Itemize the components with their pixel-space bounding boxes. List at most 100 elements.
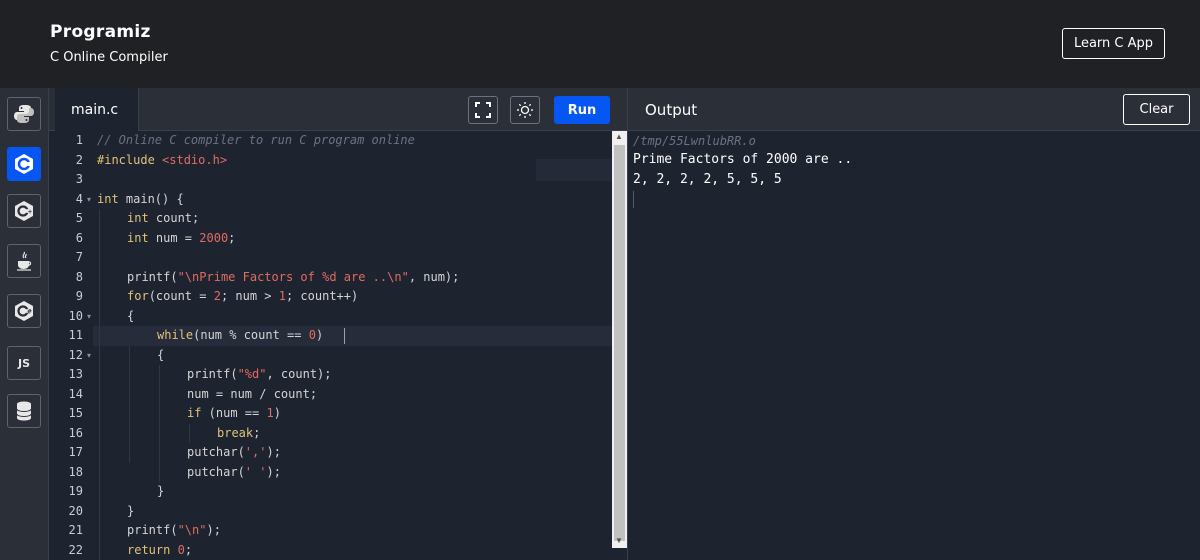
code-number: 2000 (199, 230, 229, 245)
code-comment: // Online C compiler to run C program on… (97, 133, 415, 147)
code-keyword: int (127, 211, 149, 225)
tab-main-c[interactable]: main.c (55, 88, 139, 131)
code-line: { (127, 308, 135, 323)
code-text: ; num > (220, 289, 279, 303)
line-number: 3 (75, 172, 83, 186)
output-cursor (633, 191, 634, 208)
programiz-logo[interactable]: Programiz (50, 22, 151, 42)
run-button[interactable]: Run (554, 96, 610, 124)
code-keyword: int (127, 230, 149, 245)
scroll-down-icon[interactable]: ▼ (615, 536, 623, 545)
line-number: 16 (68, 425, 83, 440)
code-escape: \n (184, 269, 200, 284)
code-string: ',' (244, 445, 267, 459)
code-text: putchar( (187, 464, 245, 479)
code-line: } (127, 503, 135, 518)
code-number: 0 (308, 328, 316, 342)
fullscreen-button[interactable] (468, 96, 498, 124)
line-number: 4 (75, 191, 83, 206)
code-text: , num); (408, 269, 460, 284)
code-string: "\n" (177, 523, 207, 537)
code-text: ); (266, 445, 281, 459)
code-keyword: break (217, 425, 254, 440)
line-number: 11 (68, 328, 83, 342)
code-line: if (num == 1) (187, 404, 281, 424)
line-number: 18 (68, 464, 83, 479)
code-line: int num = 2000; (127, 229, 235, 249)
clear-button[interactable]: Clear (1123, 94, 1190, 125)
cpp-icon[interactable]: ++ (7, 194, 41, 228)
indent-guide (159, 365, 160, 482)
c-icon[interactable] (7, 147, 41, 181)
code-number: 0 (177, 542, 185, 557)
theme-toggle-button[interactable] (510, 96, 540, 124)
java-icon[interactable] (7, 244, 41, 278)
page-subtitle: C Online Compiler (50, 50, 168, 65)
line-number-gutter: 1 2 3 4 5 6 7 8 9 10 11 12 13 14 15 16 1… (49, 131, 93, 560)
code-string: " (401, 269, 409, 284)
sun-icon (517, 102, 533, 118)
line-number: 8 (75, 269, 83, 284)
code-text: ) (273, 406, 281, 420)
code-text: putchar( (187, 445, 245, 459)
output-path: /tmp/55LwnlubRR.o (633, 134, 756, 148)
indent-guide (189, 423, 190, 443)
code-string: " (177, 269, 185, 284)
code-line: #include <stdio.h> (97, 151, 227, 171)
code-text: printf( (187, 367, 238, 381)
output-line: 2, 2, 2, 2, 5, 5, 5 (633, 172, 782, 187)
code-text: ; (184, 542, 193, 557)
code-editor[interactable]: 1 2 3 4 5 6 7 8 9 10 11 12 13 14 15 16 1… (49, 131, 627, 560)
code-text: main() { (118, 191, 184, 206)
output-header: Output Clear (627, 88, 1200, 131)
code-text: ) (315, 328, 324, 342)
indent-guide (129, 345, 130, 463)
code-header-name: <stdio.h> (162, 152, 228, 167)
scroll-up-icon[interactable]: ▲ (615, 132, 623, 141)
output-title: Output (645, 100, 698, 119)
code-area[interactable]: // Online C compiler to run C program on… (97, 131, 613, 560)
fold-arrow-icon[interactable]: ▾ (87, 190, 91, 210)
line-number: 19 (68, 484, 83, 498)
line-number: 7 (75, 250, 83, 264)
svg-text:++: ++ (28, 209, 36, 216)
code-number: 1 (278, 289, 286, 303)
code-line: printf("%d", count); (187, 365, 332, 385)
code-line: putchar(','); (187, 443, 281, 463)
code-line: printf("\n"); (127, 521, 221, 541)
scrollbar-thumb[interactable] (614, 145, 625, 541)
python-icon[interactable] (7, 97, 41, 131)
line-number: 20 (68, 503, 83, 518)
sql-icon[interactable] (7, 394, 41, 428)
code-text: printf( (127, 269, 178, 284)
code-keyword: for (127, 289, 149, 303)
code-preprocessor: #include (97, 152, 163, 167)
top-bar: Programiz C Online Compiler Learn C App (0, 0, 1200, 88)
code-format: %d (322, 269, 337, 284)
code-line: while(num % count == 0) (157, 326, 323, 346)
code-text: (num % count == (193, 328, 309, 342)
code-escape: \n (387, 269, 402, 284)
line-number: 9 (75, 289, 83, 303)
code-text: , count); (266, 367, 332, 381)
language-sidebar: ++ # JS (0, 88, 49, 560)
line-number: 14 (68, 386, 83, 401)
code-keyword: return (127, 542, 171, 557)
code-string: Prime Factors of (199, 269, 323, 284)
code-text: printf( (127, 523, 178, 537)
csharp-icon[interactable]: # (7, 294, 41, 328)
code-string: "%d" (237, 367, 267, 381)
editor-scrollbar[interactable]: ▲ ▼ (612, 131, 627, 548)
output-console[interactable]: /tmp/55LwnlubRR.o Prime Factors of 2000 … (627, 131, 1200, 560)
fold-arrow-icon[interactable]: ▾ (87, 346, 91, 366)
line-number: 17 (68, 445, 83, 459)
code-string: are .. (336, 269, 388, 284)
js-icon-label: JS (17, 356, 30, 370)
indent-guide (99, 209, 100, 560)
fullscreen-icon (475, 102, 491, 118)
code-line: putchar(' '); (187, 463, 281, 483)
code-text: ); (206, 523, 221, 537)
fold-arrow-icon[interactable]: ▾ (87, 307, 91, 327)
js-icon[interactable]: JS (7, 346, 41, 380)
learn-c-app-button[interactable]: Learn C App (1062, 28, 1165, 59)
